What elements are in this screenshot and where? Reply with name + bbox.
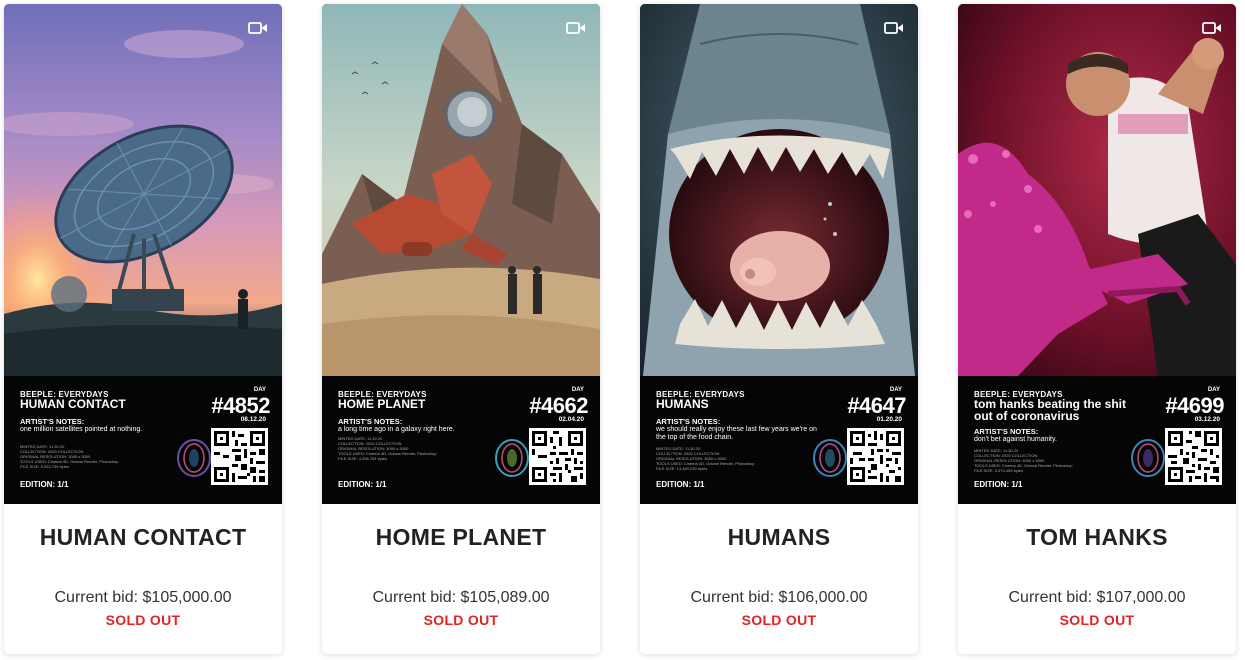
artwork-preview[interactable]: BEEPLE: EVERYDAYS HUMANS ARTIST'S NOTES:…	[640, 4, 918, 504]
panel-art-title: HUMAN CONTACT	[20, 397, 126, 411]
sold-out-badge: SOLD OUT	[423, 612, 499, 628]
card-info: HUMANS Current bid: $106,000.00 SOLD OUT	[640, 504, 918, 654]
artwork-image-giant-astronaut	[322, 4, 600, 376]
panel-date: 03.12.20	[1194, 416, 1220, 423]
panel-meta: MINTED DATE: 11.30.20 COLLECTION: 2020 C…	[20, 444, 119, 469]
nft-card-humans[interactable]: BEEPLE: EVERYDAYS HUMANS ARTIST'S NOTES:…	[640, 4, 918, 654]
card-title[interactable]: TOM HANKS	[958, 524, 1236, 551]
hologram-orb-icon	[490, 434, 534, 482]
panel-edition: EDITION: 1/1	[974, 480, 1023, 489]
panel-notes: we should really enjoy these last few ye…	[656, 426, 817, 441]
panel-edition: EDITION: 1/1	[338, 480, 387, 489]
artwork-info-panel: BEEPLE: EVERYDAYS HUMAN CONTACT ARTIST'S…	[4, 376, 282, 504]
artwork-image-tom-hanks-coronavirus	[958, 4, 1236, 376]
card-info: HOME PLANET Current bid: $105,089.00 SOL…	[322, 504, 600, 654]
panel-meta: MINTED DATE: 11.30.20 COLLECTION: 2020 C…	[656, 446, 755, 471]
artwork-preview[interactable]: BEEPLE: EVERYDAYS HUMAN CONTACT ARTIST'S…	[4, 4, 282, 504]
qr-code-icon	[211, 428, 268, 485]
panel-notes-heading: ARTIST'S NOTES:	[656, 417, 721, 426]
card-info: TOM HANKS Current bid: $107,000.00 SOLD …	[958, 504, 1236, 654]
nft-card-grid: BEEPLE: EVERYDAYS HUMAN CONTACT ARTIST'S…	[4, 4, 1244, 654]
current-bid: Current bid: $105,089.00	[372, 589, 550, 606]
video-camera-icon	[566, 21, 586, 35]
sold-out-badge: SOLD OUT	[105, 612, 181, 628]
card-title[interactable]: HUMANS	[640, 524, 918, 551]
panel-notes: a long time ago in a galaxy right here.	[338, 426, 455, 433]
video-camera-icon	[248, 21, 268, 35]
video-camera-icon	[1202, 21, 1222, 35]
nft-card-tom-hanks[interactable]: BEEPLE: EVERYDAYS tom hanks beating the …	[958, 4, 1236, 654]
hologram-orb-icon	[808, 434, 852, 482]
panel-edition: EDITION: 1/1	[20, 480, 69, 489]
panel-notes: one million satellites pointed at nothin…	[20, 426, 143, 433]
hologram-orb-icon	[1126, 434, 1170, 482]
panel-date: 02.04.20	[558, 416, 584, 423]
card-title[interactable]: HUMAN CONTACT	[4, 524, 282, 551]
nft-card-human-contact[interactable]: BEEPLE: EVERYDAYS HUMAN CONTACT ARTIST'S…	[4, 4, 282, 654]
panel-date: 01.20.20	[876, 416, 902, 423]
current-bid: Current bid: $105,000.00	[54, 589, 232, 606]
current-bid: Current bid: $107,000.00	[1008, 589, 1186, 606]
panel-notes-heading: ARTIST'S NOTES:	[338, 417, 403, 426]
panel-date: 08.12.20	[240, 416, 266, 423]
panel-art-title: tom hanks beating the shit out of corona…	[974, 397, 1127, 423]
card-title[interactable]: HOME PLANET	[322, 524, 600, 551]
sold-out-badge: SOLD OUT	[741, 612, 817, 628]
artwork-image-shark-pig	[640, 4, 918, 376]
panel-notes-heading: ARTIST'S NOTES:	[974, 427, 1039, 436]
current-bid: Current bid: $106,000.00	[690, 589, 868, 606]
artwork-info-panel: BEEPLE: EVERYDAYS HUMANS ARTIST'S NOTES:…	[640, 376, 918, 504]
qr-code-icon	[1165, 428, 1222, 485]
panel-art-title: HOME PLANET	[338, 397, 426, 411]
artwork-info-panel: BEEPLE: EVERYDAYS tom hanks beating the …	[958, 376, 1236, 504]
panel-meta: MINTED DATE: 11.30.20 COLLECTION: 2020 C…	[974, 448, 1073, 473]
panel-edition: EDITION: 1/1	[656, 480, 705, 489]
artwork-preview[interactable]: BEEPLE: EVERYDAYS tom hanks beating the …	[958, 4, 1236, 504]
sold-out-badge: SOLD OUT	[1059, 612, 1135, 628]
panel-art-title: HUMANS	[656, 397, 709, 411]
panel-notes: don't bet against humanity.	[974, 436, 1057, 443]
artwork-info-panel: BEEPLE: EVERYDAYS HOME PLANET ARTIST'S N…	[322, 376, 600, 504]
qr-code-icon	[847, 428, 904, 485]
card-info: HUMAN CONTACT Current bid: $105,000.00 S…	[4, 504, 282, 654]
artwork-image-satellite-dish	[4, 4, 282, 376]
artwork-preview[interactable]: BEEPLE: EVERYDAYS HOME PLANET ARTIST'S N…	[322, 4, 600, 504]
video-camera-icon	[884, 21, 904, 35]
panel-meta: MINTED DATE: 11.30.20 COLLECTION: 2020 C…	[338, 436, 437, 461]
qr-code-icon	[529, 428, 586, 485]
nft-card-home-planet[interactable]: BEEPLE: EVERYDAYS HOME PLANET ARTIST'S N…	[322, 4, 600, 654]
panel-notes-heading: ARTIST'S NOTES:	[20, 417, 85, 426]
hologram-orb-icon	[172, 434, 216, 482]
